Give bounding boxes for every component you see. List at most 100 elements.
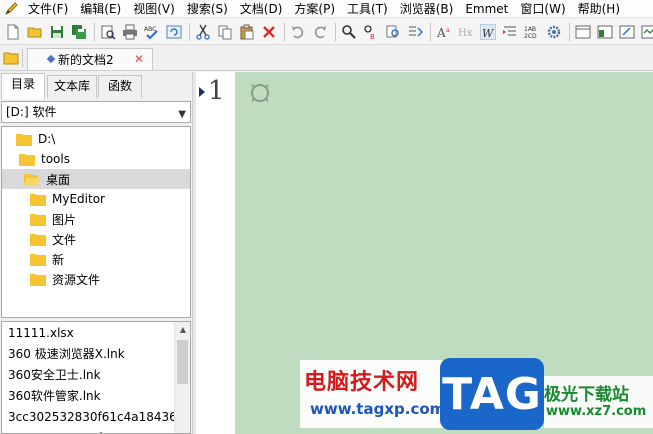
tree-item-d-drive[interactable]: D:\ [2, 129, 190, 149]
menu-view[interactable]: 视图(V) [127, 0, 181, 17]
left-panel: 目录 文本库 函数 [D:] 软件 ▼ D:\ tools 桌面 MyEdito… [0, 72, 196, 434]
toolbar-separator [335, 22, 336, 41]
paste-icon[interactable] [237, 22, 257, 42]
undo-icon[interactable] [288, 22, 308, 42]
line-number-gutter: 1 [196, 72, 235, 434]
list-item[interactable]: 360 极速浏览器X.lnk [8, 344, 176, 365]
svg-text:a: a [446, 27, 450, 34]
svg-text:1AB: 1AB [524, 26, 536, 33]
tab-icon[interactable]: 1AB 2CD [522, 22, 542, 42]
redo-icon[interactable] [310, 22, 330, 42]
tree-item-label: D:\ [38, 132, 56, 146]
cut-icon[interactable] [193, 22, 213, 42]
tree-item-myeditor[interactable]: MyEditor [2, 189, 190, 209]
scroll-up-icon[interactable]: ▲ [175, 322, 190, 338]
tab-directory[interactable]: 目录 [1, 73, 45, 99]
tab-functions[interactable]: 函数 [98, 75, 142, 98]
toolbar-separator [94, 22, 95, 41]
folder-icon [16, 134, 32, 146]
close-tab-icon[interactable]: ✕ [134, 53, 144, 65]
panel-icon[interactable] [573, 22, 593, 42]
svg-text:ABC: ABC [144, 26, 156, 33]
tree-item-label: 桌面 [46, 172, 71, 187]
folder-icon [30, 234, 46, 246]
font-icon[interactable]: Aa [434, 22, 454, 42]
app-logo-icon [0, 0, 22, 17]
folder-icon [30, 194, 46, 206]
save-all-icon[interactable] [69, 22, 89, 42]
scrollbar-thumb[interactable] [177, 340, 188, 384]
list-item[interactable]: 3cc302532830f61c4a18 [8, 428, 176, 433]
window-icon[interactable] [595, 22, 615, 42]
toolbar-separator [189, 22, 190, 41]
settings-icon[interactable] [544, 22, 564, 42]
folder-icon [19, 154, 35, 166]
list-item[interactable]: 360软件管家.lnk [8, 386, 176, 407]
menu-window[interactable]: 窗口(W) [514, 0, 571, 17]
panel-tabs: 目录 文本库 函数 [0, 72, 196, 99]
tree-item-new[interactable]: 新 [2, 249, 190, 269]
watermark-title: 电脑技术网 [304, 370, 420, 395]
svg-text:2CD: 2CD [524, 33, 537, 40]
watermark-site-name: 极光下载站 [544, 385, 629, 405]
tree-item-tools[interactable]: tools [2, 149, 190, 169]
folder-icon [30, 274, 46, 286]
tree-item-label: 新 [52, 252, 65, 267]
heading-icon[interactable]: Hx [456, 22, 476, 42]
wordwrap-icon[interactable]: W [478, 22, 498, 42]
menu-scheme[interactable]: 方案(P) [288, 0, 341, 17]
menu-document[interactable]: 文档(D) [234, 0, 289, 17]
menu-bar: 文件(F) 编辑(E) 视图(V) 搜索(S) 文档(D) 方案(P) 工具(T… [0, 0, 653, 18]
tree-item-files[interactable]: 文件 [2, 229, 190, 249]
menu-emmet[interactable]: Emmet [459, 0, 514, 17]
tree-item-desktop[interactable]: 桌面 [2, 169, 190, 189]
tree-item-label: 文件 [52, 232, 77, 247]
list-item[interactable]: 3cc302532830f61c4a1843616 [8, 407, 176, 428]
print-icon[interactable] [120, 22, 140, 42]
copy-icon[interactable] [215, 22, 235, 42]
delete-icon[interactable] [259, 22, 279, 42]
replace-icon[interactable]: B [361, 22, 381, 42]
indent-icon[interactable] [500, 22, 520, 42]
chevron-down-icon[interactable]: ▼ [178, 105, 186, 125]
tab-separator [22, 49, 23, 67]
menu-browser[interactable]: 浏览器(B) [394, 0, 460, 17]
list-item[interactable]: 11111.xlsx [8, 323, 176, 344]
folder-open-icon [24, 174, 40, 186]
svg-text:Hx: Hx [458, 28, 473, 39]
new-file-icon[interactable] [3, 22, 23, 42]
svg-text:B: B [370, 33, 375, 40]
toolbar: ABC B Aa Hx W 1AB 2CD [0, 19, 653, 45]
document-tab-bar: 新的文档2 ✕ [0, 46, 653, 71]
refresh-icon[interactable] [164, 22, 184, 42]
folder-tree: D:\ tools 桌面 MyEditor 图片 文件 新 资源文件 [1, 126, 191, 318]
menu-tools[interactable]: 工具(T) [341, 0, 394, 17]
tree-item-label: tools [41, 152, 70, 166]
open-folder-icon[interactable] [25, 22, 45, 42]
preview-icon[interactable] [639, 22, 653, 42]
tree-item-resources[interactable]: 资源文件 [2, 269, 190, 289]
menu-edit[interactable]: 编辑(E) [74, 0, 127, 17]
list-item[interactable]: 360安全卫士.lnk [8, 365, 176, 386]
drive-select[interactable]: [D:] 软件 ▼ [1, 101, 191, 123]
browser-icon[interactable] [617, 22, 637, 42]
file-list: 11111.xlsx 360 极速浏览器X.lnk 360安全卫士.lnk 36… [1, 321, 191, 434]
tree-item-pictures[interactable]: 图片 [2, 209, 190, 229]
file-list-scrollbar[interactable]: ▲ [174, 322, 190, 433]
watermark-site-url: www.xz7.com [546, 404, 647, 419]
folder-icon[interactable] [3, 50, 19, 66]
print-preview-icon[interactable] [98, 22, 118, 42]
goto-line-icon[interactable] [405, 22, 425, 42]
end-of-file-icon [251, 84, 269, 102]
find-icon[interactable] [339, 22, 359, 42]
spellcheck-icon[interactable]: ABC [142, 22, 162, 42]
tab-text-library[interactable]: 文本库 [47, 75, 97, 98]
current-line-marker-icon [199, 87, 205, 97]
document-tab-label: 新的文档2 [58, 53, 114, 67]
menu-file[interactable]: 文件(F) [22, 0, 74, 17]
menu-search[interactable]: 搜索(S) [181, 0, 234, 17]
document-tab[interactable]: 新的文档2 ✕ [27, 48, 153, 70]
menu-help[interactable]: 帮助(H) [572, 0, 626, 17]
find-in-files-icon[interactable] [383, 22, 403, 42]
save-icon[interactable] [47, 22, 67, 42]
